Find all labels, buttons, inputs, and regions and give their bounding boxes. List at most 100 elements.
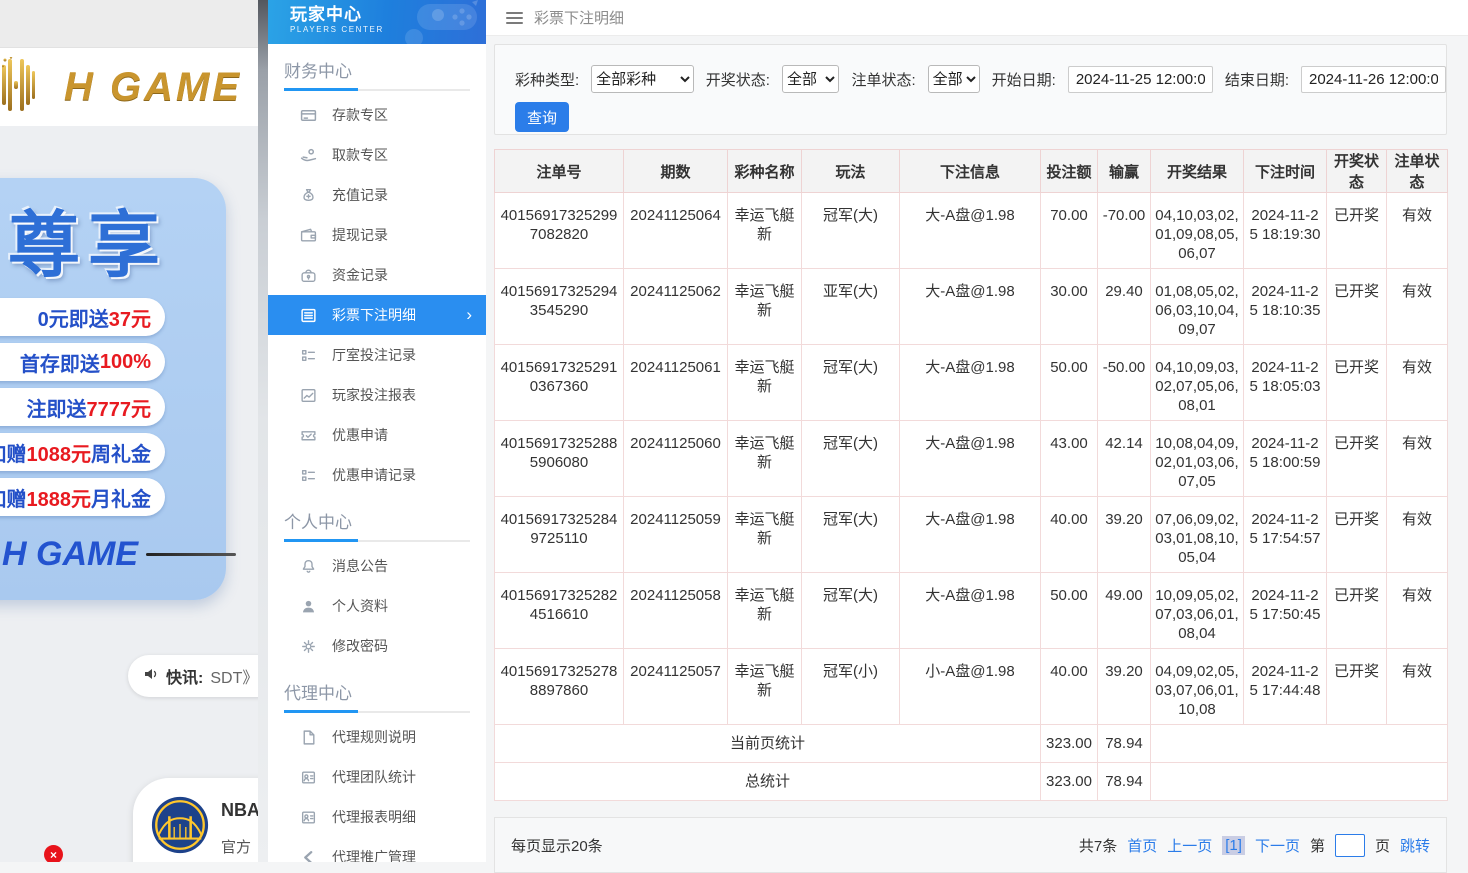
table-header-cell: 下注信息 [900, 150, 1041, 193]
ticket-icon [300, 427, 317, 444]
gamepad-icon [392, 0, 484, 44]
close-icon[interactable]: × [44, 845, 63, 862]
table-cell: 幸运飞艇新 [728, 193, 802, 269]
table-cell: 40.00 [1041, 649, 1098, 725]
sidebar-item-label: 提现记录 [332, 225, 388, 245]
table-header-cell: 注单号 [495, 150, 624, 193]
sidebar-item-label: 充值记录 [332, 185, 388, 205]
hand-icon [300, 147, 317, 164]
lottery-type-label: 彩种类型: [515, 69, 579, 90]
sidebar-item-agent-report-details[interactable]: 代理报表明细› [268, 797, 486, 837]
table-cell: -70.00 [1098, 193, 1151, 269]
table-cell: 2024-11-25 17:54:57 [1244, 497, 1327, 573]
summary-label: 当前页统计 [495, 725, 1041, 763]
table-cell: 已开奖 [1327, 421, 1387, 497]
summary-label: 总统计 [495, 763, 1041, 801]
sidebar-item-withdraw-records[interactable]: 提现记录› [268, 215, 486, 255]
sidebar-item-recharge-records[interactable]: 充值记录› [268, 175, 486, 215]
sidebar-item-label: 代理报表明细 [332, 807, 416, 827]
lottery-type-select[interactable]: 全部彩种 [591, 65, 694, 93]
table-cell: 39.20 [1098, 497, 1151, 573]
sidebar-item-label: 取款专区 [332, 145, 388, 165]
section-label: 代理中心 [268, 666, 486, 711]
start-date-input[interactable] [1068, 66, 1213, 93]
banner-headline: 尊享 [8, 210, 226, 282]
draw-status-select[interactable]: 全部 [782, 65, 840, 93]
sidebar-item-player-bet-report[interactable]: 玩家投注报表› [268, 375, 486, 415]
table-header-cell: 注单状态 [1387, 150, 1448, 193]
end-date-input[interactable] [1301, 66, 1446, 93]
table-header-cell: 投注额 [1041, 150, 1098, 193]
hamburger-icon[interactable] [506, 12, 523, 24]
sidebar-item-agent-promotion[interactable]: 代理推广管理› [268, 837, 486, 862]
sidebar-item-messages[interactable]: 消息公告› [268, 546, 486, 586]
total-count: 共7条 [1079, 835, 1117, 856]
table-cell: 2024-11-25 18:00:59 [1244, 421, 1327, 497]
logo-text: H GAME [64, 65, 242, 110]
pagination-bar: 每页显示20条 共7条 首页 上一页 [1] 下一页 第 页 跳转 [494, 817, 1447, 873]
background-topbar [0, 0, 258, 48]
section-underline [284, 711, 470, 713]
team-icon [300, 809, 317, 826]
prev-page-link[interactable]: 上一页 [1167, 835, 1212, 856]
sidebar-item-hall-bet-records[interactable]: 厅室投注记录› [268, 335, 486, 375]
promo-pill-stack: 0元 即送37元首存 即送100%注 即送7777元加赠1088元周礼金加赠18… [0, 298, 226, 516]
sidebar-item-agent-rules[interactable]: 代理规则说明› [268, 717, 486, 757]
nba-card-title: NBA [221, 800, 258, 821]
wallet-icon [300, 227, 317, 244]
table-row: 40156917325282451661020241125058幸运飞艇新冠军(… [495, 573, 1448, 649]
table-cell: 已开奖 [1327, 269, 1387, 345]
sidebar-item-lottery-bet-details[interactable]: 彩票下注明细› [268, 295, 486, 335]
summary-empty [1151, 763, 1448, 801]
sidebar-item-withdraw-area[interactable]: 取款专区› [268, 135, 486, 175]
page-jump-input[interactable] [1335, 834, 1365, 857]
sidebar-item-deposit-area[interactable]: 存款专区› [268, 95, 486, 135]
promo-pill-segment: 注 [27, 393, 47, 422]
promo-pill-segment: 即送 [60, 348, 100, 377]
next-page-link[interactable]: 下一页 [1255, 835, 1300, 856]
current-page[interactable]: [1] [1222, 836, 1245, 855]
sidebar-item-agent-team-stats[interactable]: 代理团队统计› [268, 757, 486, 797]
table-cell: 401569173252997082820 [495, 193, 624, 269]
search-button[interactable]: 查询 [515, 102, 569, 132]
table-cell: 29.40 [1098, 269, 1151, 345]
table-cell: 冠军(大) [802, 421, 900, 497]
order-status-select[interactable]: 全部 [928, 65, 980, 93]
sidebar-item-change-password[interactable]: 修改密码› [268, 626, 486, 666]
table-cell: 70.00 [1041, 193, 1098, 269]
user-icon [300, 598, 317, 615]
list-check-icon [300, 467, 317, 484]
sidebar-item-profile[interactable]: 个人资料› [268, 586, 486, 626]
table-cell: 已开奖 [1327, 649, 1387, 725]
sidebar-item-promo-apply[interactable]: 优惠申请› [268, 415, 486, 455]
table-cell: 20241125058 [624, 573, 728, 649]
jump-button[interactable]: 跳转 [1400, 835, 1430, 856]
main-header: 彩票下注明细 [486, 0, 1468, 36]
table-header-cell: 彩种名称 [728, 150, 802, 193]
table-cell: 亚军(大) [802, 269, 900, 345]
sidebar-item-fund-records[interactable]: 资金记录› [268, 255, 486, 295]
sidebar-item-promo-apply-records[interactable]: 优惠申请记录› [268, 455, 486, 495]
table-cell: 401569173252943545290 [495, 269, 624, 345]
table-cell: -50.00 [1098, 345, 1151, 421]
nba-promo-card[interactable]: NBA 官方 [133, 778, 258, 862]
table-cell: 39.20 [1098, 649, 1151, 725]
promo-pill-segment: 周礼金 [91, 438, 151, 467]
table-cell: 大-A盘@1.98 [900, 345, 1041, 421]
promo-banner: 尊享 0元 即送37元首存 即送100%注 即送7777元加赠1088元周礼金加… [0, 178, 226, 600]
banner-brand-text: H GAME [2, 535, 138, 574]
first-page-link[interactable]: 首页 [1127, 835, 1157, 856]
table-header-cell: 下注时间 [1244, 150, 1327, 193]
table-cell: 有效 [1387, 345, 1448, 421]
table-cell: 冠军(大) [802, 193, 900, 269]
table-cell: 大-A盘@1.98 [900, 573, 1041, 649]
table-cell: 04,09,02,05,03,07,06,01,10,08 [1151, 649, 1244, 725]
table-cell: 43.00 [1041, 421, 1098, 497]
table-cell: 幸运飞艇新 [728, 649, 802, 725]
table-header-cell: 开奖状态 [1327, 150, 1387, 193]
table-cell: 50.00 [1041, 345, 1098, 421]
promo-pill-segment: 加赠 [0, 483, 27, 512]
table-cell: 01,08,05,02,06,03,10,04,09,07 [1151, 269, 1244, 345]
logo-bars-icon [2, 57, 58, 118]
promo-pill-segment: 37元 [109, 303, 151, 332]
